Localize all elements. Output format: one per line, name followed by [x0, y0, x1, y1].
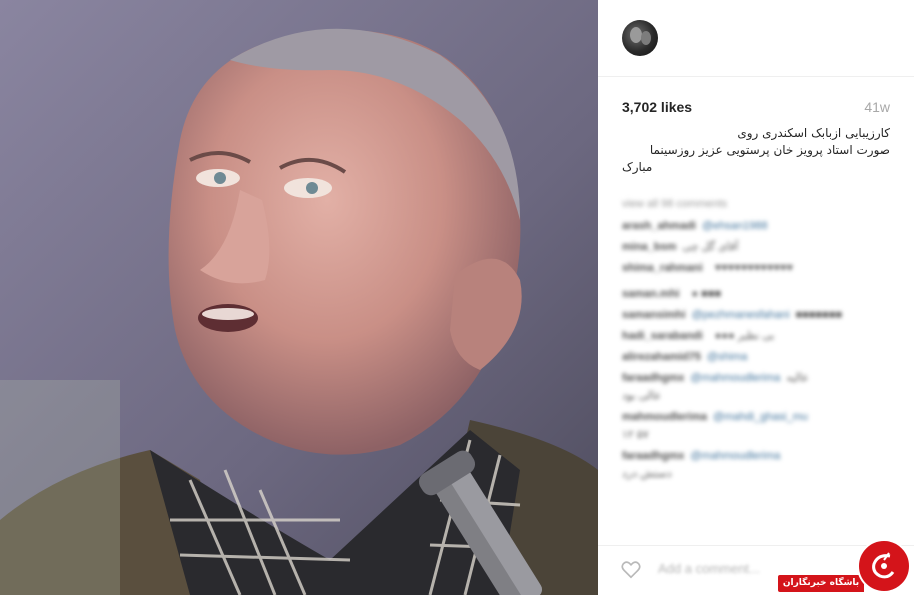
post-stats: 3,702 likes 41w	[622, 97, 890, 119]
comment-username[interactable]: faraadhgmx	[622, 450, 684, 462]
comment-username[interactable]: samansimhi	[622, 309, 686, 321]
comment-text: دستش درد	[622, 468, 672, 480]
comment-row: samansimhi @pezhmanesfahani ■■■■■■■	[622, 307, 894, 323]
profile-avatar[interactable]	[622, 20, 658, 56]
comment-row: mina_bsm آقای گل چی	[622, 239, 894, 255]
comment-text: آقای گل چی	[682, 241, 739, 253]
comment-row: faraadhgmx @mahmoudlerima عالیه	[622, 370, 894, 386]
comment-text: عالیه	[786, 372, 809, 384]
post-time[interactable]: 41w	[864, 99, 890, 115]
comment-mention[interactable]: @shima	[707, 351, 748, 363]
comment-username[interactable]: mahmoudlerima	[622, 411, 707, 423]
add-comment-input[interactable]: Add a comment...	[658, 561, 760, 576]
comment-text: ۱۲ ۵۷	[622, 429, 649, 441]
comment-username[interactable]: arash_ahmadi	[622, 220, 696, 232]
instagram-post: 3,702 likes 41w کارزیبایی ازبابک اسکندری…	[0, 0, 914, 595]
comment-row: alirezahamid75 @shima	[622, 349, 894, 365]
comment-row: saman.mhi ● ■■■	[622, 286, 894, 302]
watermark-label: باشگاه خبرنگاران	[778, 575, 864, 592]
caption-line: کارزیبایی ازبابک اسکندری روی	[737, 126, 890, 140]
comments-list: view all 98 comments arash_ahmadi @ehsan1…	[622, 196, 894, 487]
comment-row: ۱۲ ۵۷	[622, 427, 894, 443]
comment-row: hadi_sarabandi ●●● بی نظیر	[622, 328, 894, 344]
comment-mention[interactable]: @mahmoudlerima	[690, 372, 780, 384]
view-all-comments-link[interactable]: view all 98 comments	[622, 196, 894, 212]
post-photo[interactable]	[0, 0, 598, 595]
comment-username[interactable]: hadi_sarabandi	[622, 330, 703, 342]
comment-username[interactable]: faraadhgmx	[622, 372, 684, 384]
comment-text: عالی بود	[622, 390, 662, 402]
heart-outline-icon[interactable]	[620, 558, 642, 580]
comment-mention[interactable]: @pezhmanesfahani	[692, 309, 790, 321]
comment-text: ♥♥♥♥♥♥♥♥♥♥♥♥	[714, 262, 794, 274]
post-side-panel: 3,702 likes 41w کارزیبایی ازبابک اسکندری…	[598, 0, 914, 595]
comment-mention[interactable]: @mahdi_ghasi_mu	[713, 411, 808, 423]
comment-text: ●●● بی نظیر	[714, 330, 775, 342]
comment-row: mahmoudlerima @mahdi_ghasi_mu	[622, 409, 894, 425]
comment-username[interactable]: shima_rahmani	[622, 262, 703, 274]
likes-count[interactable]: 3,702 likes	[622, 99, 692, 115]
post-header	[598, 0, 914, 77]
caption-line: مبارک	[622, 160, 653, 174]
comment-username[interactable]: mina_bsm	[622, 241, 676, 253]
comment-mention[interactable]: @mahmoudlerima	[690, 450, 780, 462]
portrait-illustration	[0, 0, 598, 595]
comment-row: faraadhgmx @mahmoudlerima	[622, 448, 894, 464]
comment-text: ■■■■■■■	[795, 309, 843, 321]
comment-row: دستش درد	[622, 466, 894, 482]
comment-row: shima_rahmani ♥♥♥♥♥♥♥♥♥♥♥♥	[622, 260, 894, 276]
comment-username[interactable]: saman.mhi	[622, 288, 679, 300]
comment-row: عالی بود	[622, 388, 894, 404]
news-agency-logo-icon	[872, 552, 895, 579]
comment-row: arash_ahmadi @ehsan1988	[622, 218, 894, 234]
comment-text: ● ■■■	[691, 288, 722, 300]
comment-username[interactable]: alirezahamid75	[622, 351, 701, 363]
post-caption: کارزیبایی ازبابک اسکندری روی صورت استاد …	[622, 125, 890, 176]
watermark-logo	[857, 539, 911, 593]
comment-mention[interactable]: @ehsan1988	[702, 220, 768, 232]
caption-line: صورت استاد پرویز خان پرستویی عزیز روزسین…	[649, 143, 890, 157]
